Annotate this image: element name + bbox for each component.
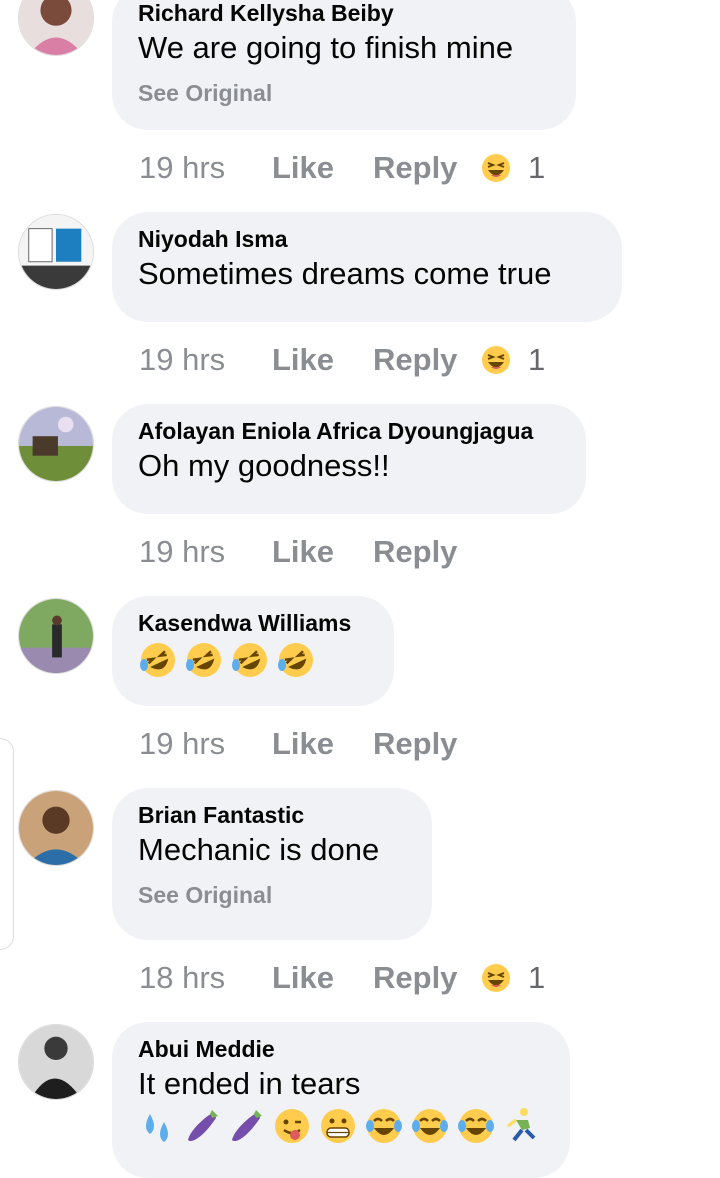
- avatar[interactable]: [18, 0, 94, 56]
- like-button[interactable]: Like: [272, 958, 334, 998]
- comment-text: Mechanic is done: [138, 832, 380, 867]
- rolling-on-floor-laughing-icon: [186, 643, 221, 677]
- see-original-link[interactable]: See Original: [138, 78, 550, 108]
- comment-bubble: Niyodah Isma Sometimes dreams come true: [112, 212, 622, 322]
- comment-bubble: Afolayan Eniola Africa Dyoungjagua Oh my…: [112, 404, 586, 514]
- comment-author[interactable]: Niyodah Isma: [138, 224, 596, 254]
- comment-bubble: Richard Kellysha Beiby We are going to f…: [112, 0, 576, 130]
- comment-text: Oh my goodness!!: [138, 448, 390, 483]
- laughing-reaction-icon[interactable]: [481, 345, 511, 375]
- sweat-droplets-icon: [146, 1114, 168, 1142]
- running-person-icon: [507, 1108, 536, 1142]
- laughing-reaction-icon[interactable]: [481, 153, 511, 183]
- comment-bubble: Abui Meddie It ended in tears: [112, 1022, 570, 1178]
- comment-bubble: Brian Fantastic Mechanic is done See Ori…: [112, 788, 432, 940]
- comment-author[interactable]: Richard Kellysha Beiby: [138, 0, 550, 28]
- avatar[interactable]: [18, 406, 94, 482]
- like-button[interactable]: Like: [272, 340, 334, 380]
- rolling-on-floor-laughing-icon: [232, 643, 267, 677]
- avatar[interactable]: [18, 598, 94, 674]
- grimacing-icon: [321, 1109, 355, 1143]
- comment-time: 19 hrs: [139, 726, 226, 761]
- like-button[interactable]: Like: [272, 724, 334, 764]
- eggplant-icon: [232, 1110, 262, 1142]
- comment-time: 19 hrs: [139, 342, 226, 377]
- tears-of-joy-icon: [366, 1109, 402, 1143]
- reaction-count[interactable]: 1: [528, 958, 545, 998]
- reply-button[interactable]: Reply: [373, 148, 457, 188]
- comment-time: 18 hrs: [139, 960, 226, 995]
- reply-button[interactable]: Reply: [373, 958, 457, 998]
- avatar[interactable]: [18, 214, 94, 290]
- reaction-count[interactable]: 1: [528, 340, 545, 380]
- rolling-on-floor-laughing-icon: [278, 643, 313, 677]
- reaction-count[interactable]: 1: [528, 148, 545, 188]
- eggplant-icon: [188, 1110, 218, 1142]
- comment-text: We are going to finish mine: [138, 30, 514, 65]
- tears-of-joy-icon: [458, 1109, 494, 1143]
- reply-button[interactable]: Reply: [373, 340, 457, 380]
- comment-author[interactable]: Brian Fantastic: [138, 800, 406, 830]
- comment-time: 19 hrs: [139, 534, 226, 569]
- comment-bubble: Kasendwa Williams: [112, 596, 394, 706]
- comment-author[interactable]: Abui Meddie: [138, 1034, 544, 1064]
- comment-text: It ended in tears: [138, 1066, 361, 1101]
- emoji-row: [138, 640, 368, 684]
- tongue-wink-icon: [275, 1109, 309, 1143]
- comment-time: 19 hrs: [139, 150, 226, 185]
- see-original-link[interactable]: See Original: [138, 880, 406, 910]
- reply-button[interactable]: Reply: [373, 724, 457, 764]
- comment-author[interactable]: Afolayan Eniola Africa Dyoungjagua: [138, 416, 560, 446]
- comment-text: Sometimes dreams come true: [138, 256, 552, 291]
- avatar[interactable]: [18, 1024, 94, 1100]
- avatar[interactable]: [18, 790, 94, 866]
- emoji-row: [138, 1106, 544, 1150]
- tears-of-joy-icon: [412, 1109, 448, 1143]
- reply-button[interactable]: Reply: [373, 532, 457, 572]
- comment-author[interactable]: Kasendwa Williams: [138, 608, 368, 638]
- laughing-reaction-icon[interactable]: [481, 963, 511, 993]
- rolling-on-floor-laughing-icon: [140, 643, 175, 677]
- side-panel-edge[interactable]: [0, 738, 14, 950]
- like-button[interactable]: Like: [272, 148, 334, 188]
- like-button[interactable]: Like: [272, 532, 334, 572]
